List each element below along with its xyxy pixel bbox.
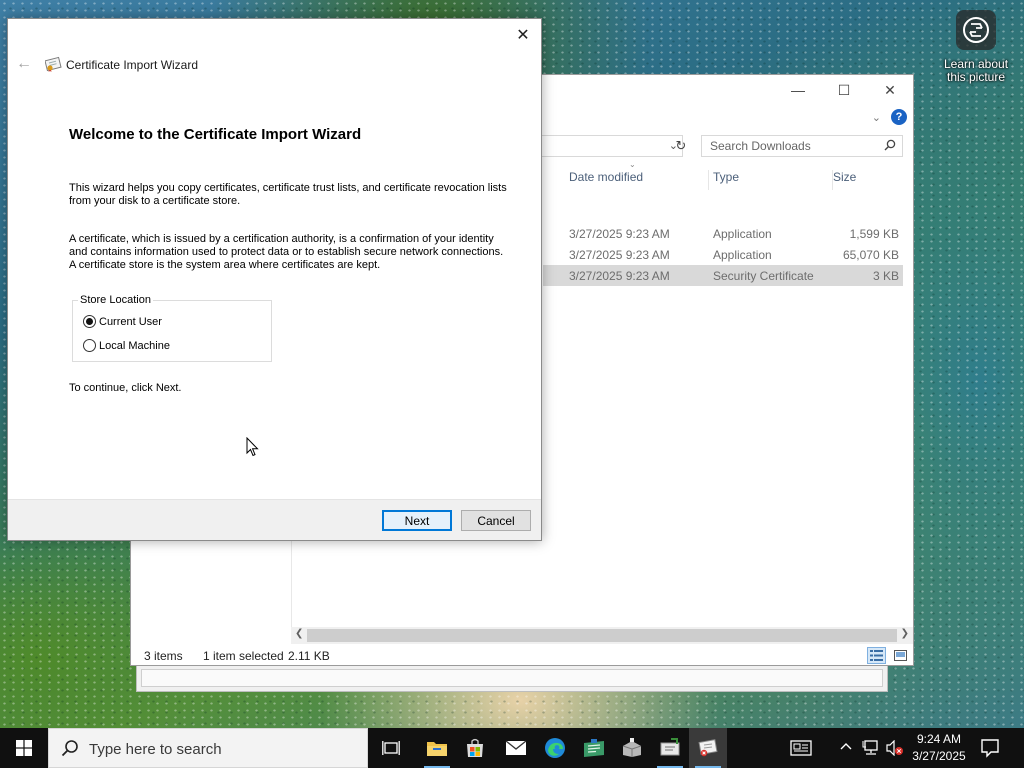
table-row-selected[interactable]: 3/27/2025 9:23 AM Security Certificate 3… [543,265,903,286]
taskbar-clock[interactable]: 9:24 AM 3/27/2025 [904,731,974,765]
mouse-cursor-icon [246,436,259,460]
store-location-group: Store Location Current User Local Machin… [72,294,272,362]
close-icon[interactable]: ✕ [867,75,913,105]
file-explorer-icon[interactable] [418,728,456,768]
chevron-down-icon[interactable]: ⌄ [872,111,881,124]
store-location-legend: Store Location [78,294,153,306]
certificate-icon [44,56,62,75]
scroll-right-icon[interactable]: ❯ [901,628,909,639]
details-view-icon[interactable] [867,647,886,664]
radio-local-machine[interactable]: Local Machine [83,339,170,352]
column-header-size-label: Size [833,170,857,184]
status-selected: 1 item selected [203,649,284,663]
continue-instruction: To continue, click Next. [69,382,182,394]
column-header-date[interactable]: Date modified [569,170,709,190]
column-headers: Date modified Type Size [543,167,907,190]
help-icon[interactable]: ? [891,109,907,125]
row-size: 65,070 KB [842,248,899,262]
radio-local-machine-label[interactable]: Local Machine [99,340,170,352]
app-icon[interactable] [613,728,651,768]
learn-about-picture-label: Learn about this picture [943,57,1009,84]
window-controls: — ☐ ✕ [775,75,913,105]
learn-about-picture-widget[interactable]: Learn about this picture [938,10,1014,84]
row-date: 3/27/2025 9:23 AM [569,227,670,241]
row-type: Security Certificate [713,269,814,283]
minimize-icon[interactable]: — [775,75,821,105]
background-window [136,664,888,692]
address-bar[interactable]: ⌄ [541,135,683,157]
start-button[interactable] [0,728,48,768]
row-type: Application [713,227,772,241]
wizard-footer: Next Cancel [8,499,541,540]
certificate-import-wizard-dialog[interactable]: ✕ ← Certificate Import Wizard Welcome to… [7,18,542,541]
status-size: 2.11 KB [288,649,330,663]
clock-date: 3/27/2025 [912,749,966,763]
certificate-wizard-icon[interactable] [689,728,727,768]
navigation-pane-divider[interactable] [291,541,292,637]
store-icon[interactable] [456,728,494,768]
table-row[interactable]: 3/27/2025 9:23 AM Application 1,599 KB [543,223,903,244]
wizard-heading: Welcome to the Certificate Import Wizard [69,126,362,143]
row-size: 3 KB [872,269,899,283]
network-icon[interactable] [862,740,880,759]
next-button[interactable]: Next [382,510,452,531]
refresh-icon[interactable]: ↻ [671,136,691,156]
radio-selected-icon[interactable] [83,315,96,328]
status-item-count: 3 items [144,649,183,663]
wizard-certificate-explanation: A certificate, which is issued by a cert… [69,233,504,271]
notification-center-icon[interactable] [980,738,1000,761]
cancel-button[interactable]: Cancel [461,510,531,531]
search-icon [884,139,896,154]
scrollbar-thumb[interactable] [307,629,897,642]
search-box[interactable] [701,135,903,157]
wizard-title: Certificate Import Wizard [66,58,199,72]
taskbar: Type here to search 9:24 AM 3/27/2025 [0,728,1024,768]
radio-current-user[interactable]: Current User [83,315,162,328]
news-widget-icon[interactable] [790,740,812,759]
search-icon [61,739,79,760]
large-icons-view-icon[interactable] [891,647,909,664]
camera-icon [956,10,996,50]
column-header-type[interactable]: Type [713,170,833,190]
app-icon[interactable] [651,728,689,768]
taskbar-search-box[interactable]: Type here to search [48,728,368,768]
search-input[interactable] [710,139,878,153]
scroll-left-icon[interactable]: ❮ [295,628,303,639]
app-icon[interactable] [575,728,613,768]
back-arrow-icon[interactable]: ← [16,55,32,73]
column-header-size[interactable]: Size [833,170,907,190]
clock-time: 9:24 AM [916,732,962,746]
close-icon[interactable]: ✕ [511,25,535,45]
taskbar-search-placeholder: Type here to search [89,741,222,758]
ribbon-controls: ⌄ ? [872,109,907,125]
edge-icon[interactable] [536,728,574,768]
mail-icon[interactable] [497,728,535,768]
maximize-icon[interactable]: ☐ [821,75,867,105]
radio-unselected-icon[interactable] [83,339,96,352]
wizard-description: This wizard helps you copy certificates,… [69,182,507,207]
row-size: 1,599 KB [849,227,899,241]
radio-current-user-label[interactable]: Current User [99,316,162,328]
row-date: 3/27/2025 9:23 AM [569,248,670,262]
volume-muted-icon[interactable] [886,739,904,759]
status-bar: 3 items 1 item selected 2.11 KB [131,645,913,666]
row-type: Application [713,248,772,262]
horizontal-scrollbar[interactable]: ❮ ❯ [291,627,913,644]
chevron-up-icon[interactable] [840,740,852,755]
row-date: 3/27/2025 9:23 AM [569,269,670,283]
task-view-icon[interactable] [372,728,410,768]
windows-logo-icon [16,740,32,756]
table-row[interactable]: 3/27/2025 9:23 AM Application 65,070 KB [543,244,903,265]
